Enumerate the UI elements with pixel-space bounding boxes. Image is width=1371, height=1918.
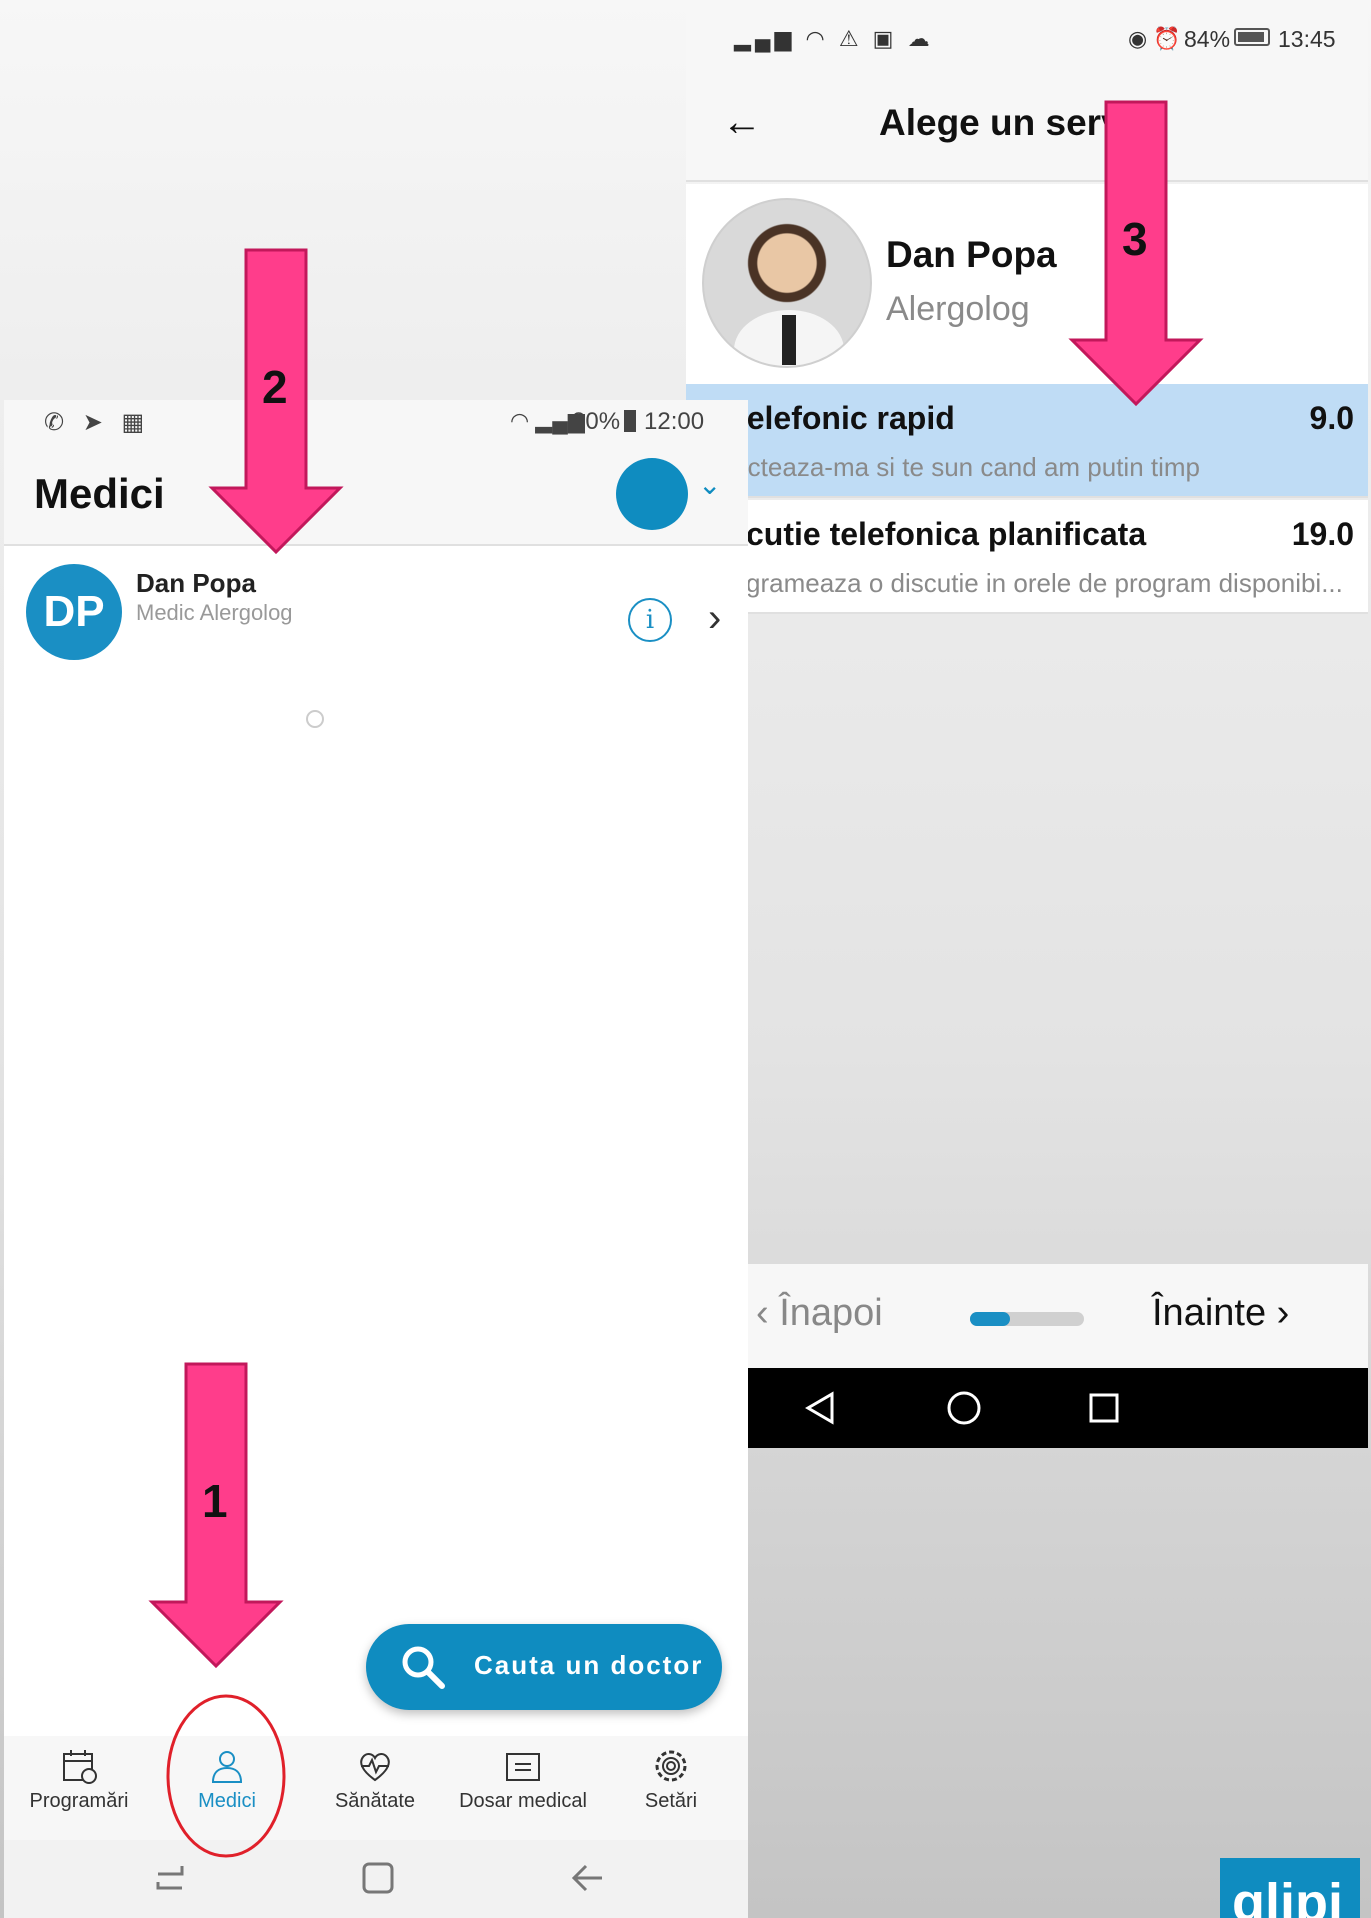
sys-recents-icon[interactable] (154, 1860, 190, 1896)
doctor-initials-avatar: DP (26, 564, 122, 660)
status-bar: ✆ ➤ ▦ ◠ ▂▄▆ 80% 12:00 (4, 400, 748, 446)
tab-label: Sănătate (334, 1790, 416, 1812)
doctor-name: Dan Popa (886, 234, 1057, 275)
step-progress-bar (970, 1312, 1084, 1326)
search-doctor-label: Cauta un doctor (474, 1650, 704, 1680)
sys-recents-icon[interactable] (1086, 1390, 1122, 1426)
clock: 13:45 (1278, 26, 1336, 52)
notification-icons: ✆ ➤ ▦ (44, 409, 151, 436)
step-3-label: 3 (1122, 213, 1148, 265)
step-2-label: 2 (262, 361, 288, 413)
left-phone-screen: ✆ ➤ ▦ ◠ ▂▄▆ 80% 12:00 Medici ⌄ DP Dan Po… (4, 400, 748, 1918)
wizard-navigation: ‹ Înapoi Înainte › (686, 1264, 1368, 1368)
battery-percent: 80% (572, 408, 621, 435)
alarm-icons: ◉ ⏰ (1128, 26, 1181, 51)
app-bar: ← Alege un serv (686, 74, 1368, 182)
page-title: Medici (34, 470, 165, 517)
signal-wifi-icons: ▂▄▆ ◠ ⚠ ▣ ☁ (734, 26, 934, 51)
sys-home-icon[interactable] (360, 1860, 396, 1896)
doctor-photo (702, 198, 872, 368)
service-item-rapid[interactable]: ' t telefonic rapid 9.0 tacteaza-ma si t… (686, 384, 1368, 498)
battery-percent: 84% (1184, 26, 1231, 52)
service-description: grameaza o discutie in orele de program … (746, 568, 1343, 598)
search-doctor-button[interactable]: Cauta un doctor (366, 1624, 722, 1710)
chevron-right-icon[interactable]: › (708, 596, 721, 641)
folder-icon (506, 1753, 540, 1781)
sys-back-icon[interactable] (570, 1860, 606, 1896)
doctor-specialty: Medic Alergolog (136, 600, 293, 625)
sys-back-icon[interactable] (804, 1390, 836, 1426)
service-description: tacteaza-ma si te sun cand am putin timp (726, 452, 1201, 482)
back-button[interactable]: ‹ Înapoi (756, 1292, 883, 1335)
tab-programari[interactable]: Programări (14, 1746, 144, 1836)
system-navigation-bar (686, 1368, 1368, 1448)
doctor-name: Dan Popa (136, 568, 256, 598)
tab-dosar-medical[interactable]: Dosar medical (458, 1746, 588, 1836)
system-navigation-bar (4, 1840, 748, 1918)
progress-fill (970, 1312, 1010, 1326)
gear-icon (655, 1750, 687, 1782)
clock: 12:00 (644, 408, 705, 435)
battery-icon (624, 410, 636, 432)
service-title: cutie telefonica planificata (746, 516, 1147, 552)
search-icon (402, 1646, 445, 1689)
next-button[interactable]: Înainte › (1152, 1292, 1289, 1335)
doctor-list-item[interactable]: DP Dan Popa Medic Alergolog i › (4, 550, 748, 660)
app-bar: Medici ⌄ (4, 446, 748, 546)
battery-icon (1234, 28, 1270, 46)
doctor-card: Dan Popa Alergolog (686, 184, 1368, 384)
back-arrow-icon[interactable]: ← (722, 102, 762, 142)
sys-home-icon[interactable] (944, 1388, 984, 1428)
tab-setari[interactable]: Setări (606, 1746, 736, 1836)
bottom-tab-bar: Programări Medici Sănătate Dosar medical… (4, 1736, 748, 1840)
calendar-icon (63, 1750, 97, 1784)
doctor-specialty: Alergolog (886, 290, 1030, 328)
heart-pulse-icon (360, 1753, 390, 1782)
tab-label: Dosar medical (459, 1790, 587, 1812)
service-price: 19.0 (1291, 516, 1354, 552)
info-icon[interactable]: i (628, 598, 672, 642)
status-bar: ▂▄▆ ◠ ⚠ ▣ ☁ ◉ ⏰ 84% 13:45 (686, 8, 1368, 74)
medici-highlight-circle (166, 1694, 286, 1858)
tab-sanatate[interactable]: Sănătate (310, 1746, 440, 1836)
right-phone-screen: ▂▄▆ ◠ ⚠ ▣ ☁ ◉ ⏰ 84% 13:45 ← Alege un ser… (686, 8, 1368, 1448)
profile-avatar-button[interactable] (616, 458, 688, 530)
back-label: Înapoi (779, 1292, 883, 1334)
tab-label: Setări (644, 1790, 698, 1812)
loading-indicator (306, 710, 324, 728)
service-price: 9.0 (1309, 400, 1354, 436)
step-1-label: 1 (202, 1475, 228, 1527)
tab-label: Programări (29, 1790, 129, 1812)
next-label: Înainte (1152, 1292, 1267, 1334)
service-item-planned[interactable]: cutie telefonica planificata 19.0 gramea… (686, 500, 1368, 614)
brand-logo: glipi (1220, 1858, 1360, 1918)
chevron-down-icon[interactable]: ⌄ (698, 468, 721, 501)
